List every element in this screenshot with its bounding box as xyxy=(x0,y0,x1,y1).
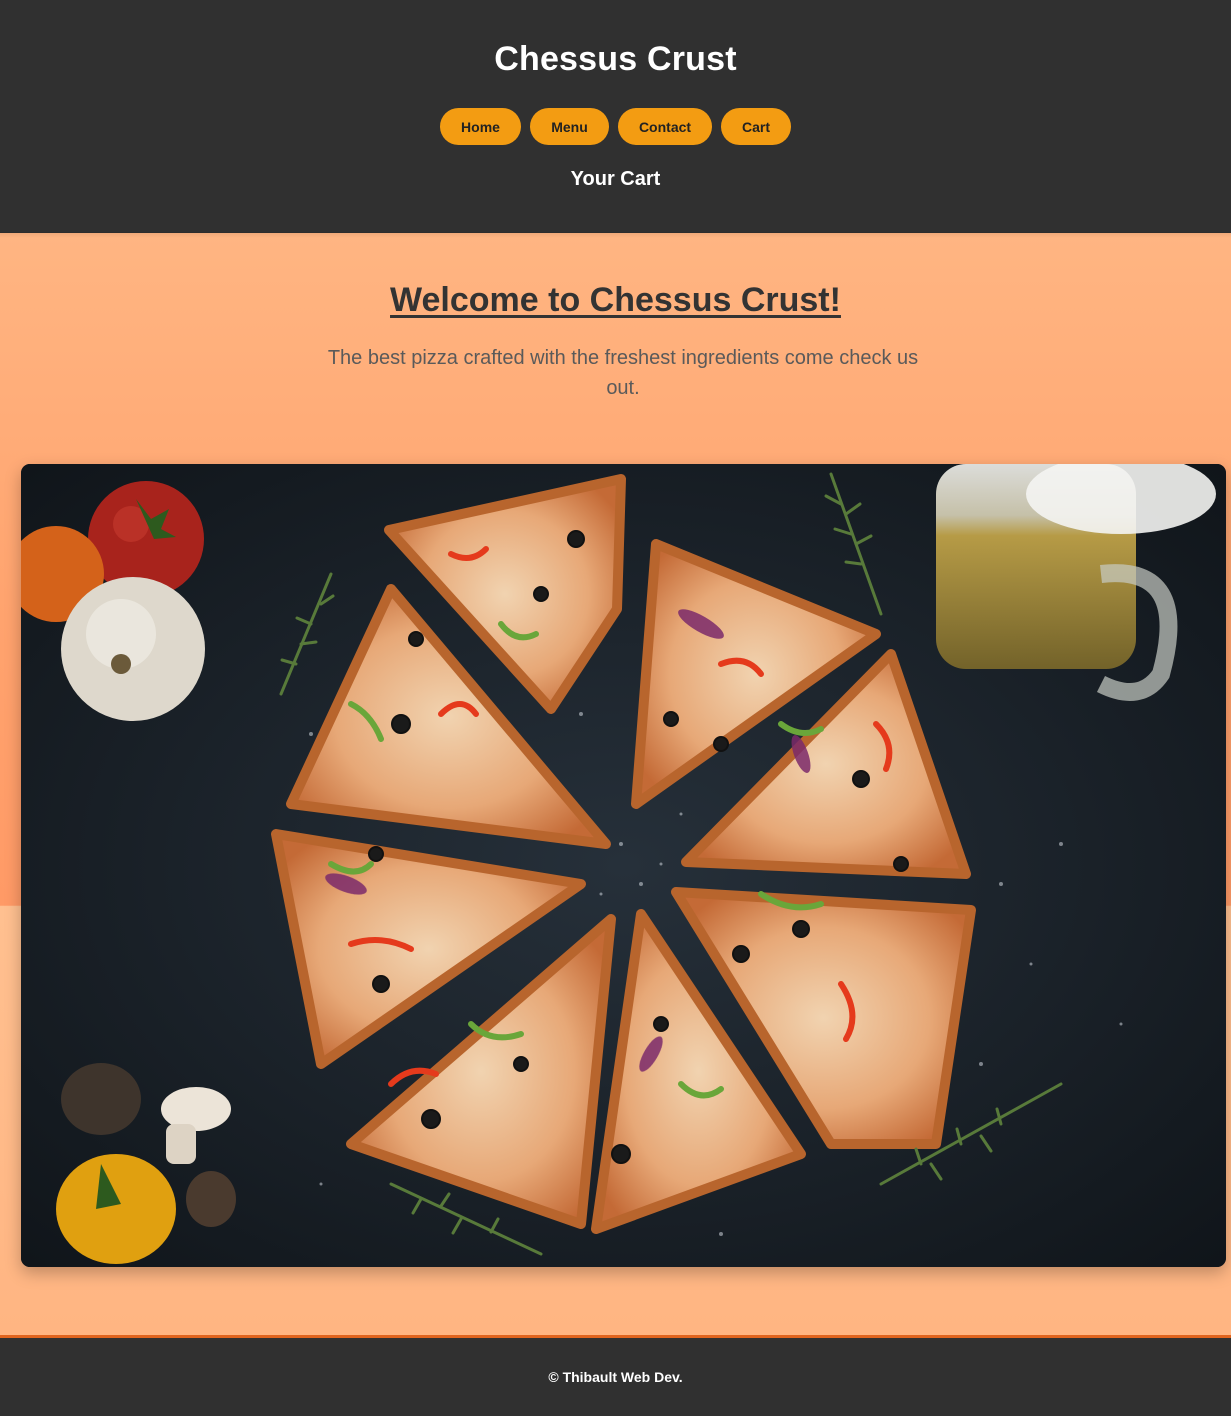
pizza-photo xyxy=(21,464,1226,1267)
site-footer: © Thibault Web Dev. xyxy=(0,1335,1231,1416)
main-nav: Home Menu Contact Cart xyxy=(0,108,1231,145)
page-subtitle: Your Cart xyxy=(570,168,661,190)
copyright-text: © Thibault Web Dev. xyxy=(548,1369,683,1385)
tagline: The best pizza crafted with the freshest… xyxy=(327,347,919,399)
nav-cart-button[interactable]: Cart xyxy=(721,108,791,145)
nav-contact-button[interactable]: Contact xyxy=(618,108,712,145)
site-header: Chessus Crust Home Menu Contact Cart You… xyxy=(0,0,1231,233)
nav-menu-button[interactable]: Menu xyxy=(530,108,609,145)
main-content: Welcome to Chessus Crust! The best pizza… xyxy=(0,232,1231,1335)
site-title: Chessus Crust xyxy=(494,40,737,78)
welcome-heading: Welcome to Chessus Crust! xyxy=(390,281,841,319)
hero-image xyxy=(21,464,1226,1267)
nav-home-button[interactable]: Home xyxy=(440,108,521,145)
